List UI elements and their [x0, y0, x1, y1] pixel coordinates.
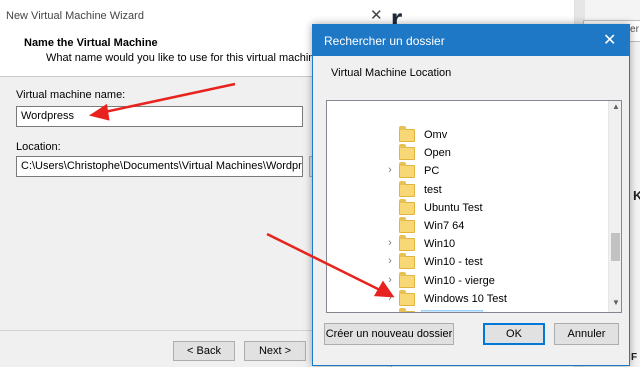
folder-tree-item[interactable]: WordPress	[327, 308, 608, 312]
folder-icon	[399, 198, 415, 215]
folder-tree-item[interactable]: Ubuntu Test	[327, 198, 608, 218]
dialog-description: Virtual Machine Location	[331, 67, 452, 79]
chevron-right-icon[interactable]: ›	[384, 237, 396, 249]
folder-label: WordPress	[421, 310, 484, 312]
scroll-up-icon[interactable]: ▲	[610, 102, 621, 111]
next-button[interactable]: Next >	[244, 341, 306, 361]
folder-tree-item[interactable]: test	[327, 180, 608, 200]
browse-folder-dialog: Rechercher un dossier ✕ Virtual Machine …	[312, 24, 630, 366]
folder-icon	[399, 162, 415, 179]
vertical-scrollbar[interactable]: ▲ ▼	[608, 101, 621, 312]
folder-tree[interactable]: ▲ ▼ Omv Open › PC test Ubuntu Test Win7 64 › Win…	[326, 100, 622, 313]
folder-label: Win7 64	[424, 220, 465, 232]
folder-icon	[399, 126, 415, 142]
folder-tree-item[interactable]: Win7 64	[327, 217, 608, 236]
dialog-title: Rechercher un dossier	[324, 34, 445, 48]
folder-icon	[399, 217, 415, 233]
folder-label: Omv	[424, 129, 448, 141]
chevron-right-icon[interactable]: ›	[384, 255, 396, 267]
close-icon[interactable]: ✕	[370, 6, 383, 24]
chevron-right-icon[interactable]: ›	[384, 164, 396, 176]
folder-icon	[399, 308, 415, 312]
scroll-thumb[interactable]	[611, 233, 620, 261]
wizard-title: New Virtual Machine Wizard	[6, 10, 144, 22]
folder-tree-item[interactable]: › PC	[327, 162, 608, 181]
vm-name-input[interactable]: Wordpress	[16, 106, 303, 127]
folder-tree-item[interactable]: › Win10 - vierge	[327, 271, 608, 291]
chevron-right-icon[interactable]: ›	[384, 274, 396, 286]
background-text-fragment: K	[633, 188, 640, 203]
folder-icon	[399, 289, 415, 306]
folder-label: PC	[424, 165, 440, 178]
close-icon[interactable]: ✕	[603, 30, 616, 50]
folder-icon	[399, 235, 415, 252]
folder-icon	[399, 180, 415, 197]
dialog-titlebar[interactable]: Rechercher un dossier ✕	[313, 25, 629, 56]
location-label: Location:	[16, 141, 61, 153]
folder-tree-item[interactable]: Open	[327, 144, 608, 163]
chevron-right-icon[interactable]: ›	[384, 292, 396, 304]
folder-label: Windows 10 Test	[424, 292, 507, 305]
folder-icon	[399, 253, 415, 270]
scroll-down-icon[interactable]: ▼	[610, 298, 621, 307]
folder-tree-item[interactable]: › Windows 10 Test	[327, 289, 608, 309]
page-title: Name the Virtual Machine	[24, 37, 158, 49]
vm-name-label: Virtual machine name:	[16, 89, 126, 101]
location-input[interactable]: C:\Users\Christophe\Documents\Virtual Ma…	[16, 156, 303, 177]
cancel-button[interactable]: Annuler	[554, 323, 619, 345]
folder-tree-item[interactable]: › Win10	[327, 235, 608, 254]
folder-label: Win10 - vierge	[424, 274, 495, 287]
folder-tree-item[interactable]: › Win10 - test	[327, 253, 608, 272]
folder-label: Win10	[424, 238, 456, 251]
folder-label: Open	[424, 147, 451, 160]
folder-label: Win10 - test	[424, 256, 483, 269]
folder-icon	[399, 144, 415, 161]
background-text-fragment: F	[631, 352, 638, 363]
divider	[0, 330, 320, 331]
folder-label: test	[424, 183, 442, 196]
folder-tree-item[interactable]: Omv	[327, 126, 608, 145]
folder-icon	[399, 271, 415, 288]
page-subtitle: What name would you like to use for this…	[46, 52, 327, 64]
ok-button[interactable]: OK	[483, 323, 545, 345]
new-folder-button[interactable]: Créer un nouveau dossier	[324, 323, 454, 345]
folder-label: Ubuntu Test	[424, 201, 483, 214]
back-button[interactable]: < Back	[173, 341, 235, 361]
